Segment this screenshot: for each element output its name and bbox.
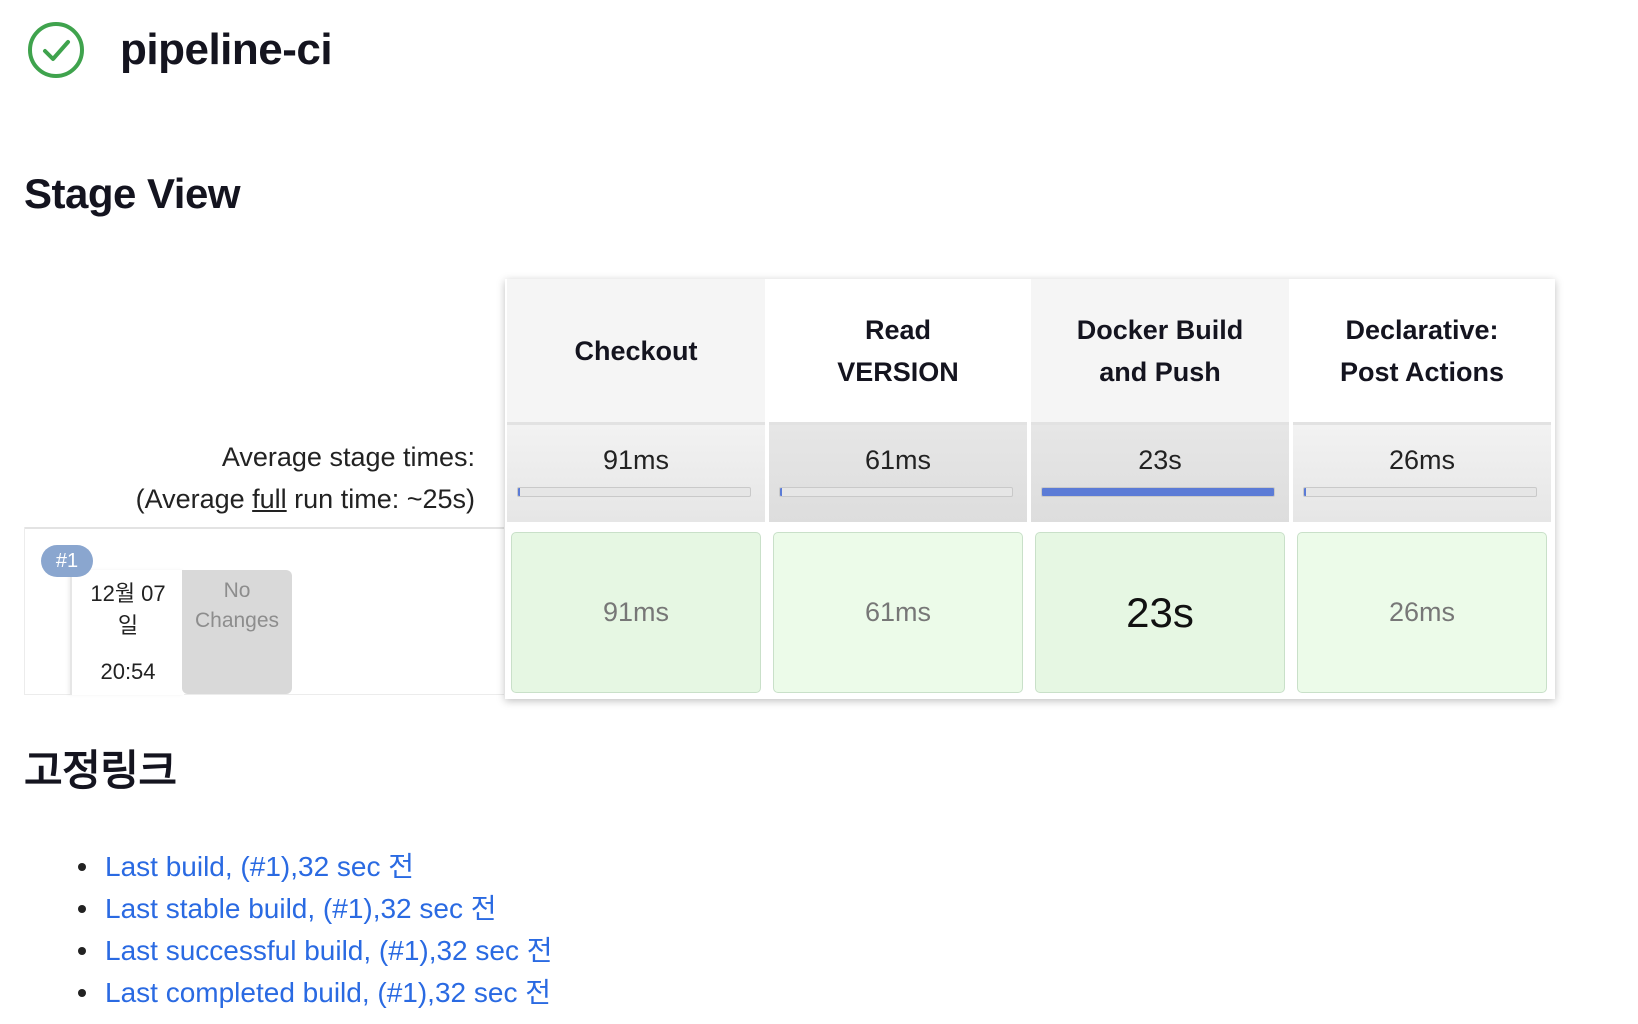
average-stage-times-text: Average stage times: — [221, 442, 475, 472]
stage-average-bar — [1041, 487, 1275, 497]
stage-average-time: 23s — [1138, 445, 1182, 475]
permalink-last-stable-build[interactable]: Last stable build, (#1),32 sec 전 — [105, 893, 497, 924]
stage-result-cell[interactable]: 91ms — [511, 532, 761, 693]
list-item: Last stable build, (#1),32 sec 전 — [78, 888, 553, 930]
stage-name-line1: Docker Build — [1076, 314, 1244, 345]
no-changes-box[interactable]: No Changes — [182, 570, 292, 694]
check-circle-icon — [28, 22, 84, 78]
stage-name-line1: Checkout — [574, 335, 698, 366]
stage-average-bar — [517, 487, 751, 497]
build-time: 20:54 — [100, 659, 156, 684]
stage-result-cell[interactable]: 61ms — [773, 532, 1023, 693]
stage-table: Checkout 91ms 91ms Read VERSION 61ms 61m… — [505, 279, 1555, 699]
list-item: Last build, (#1),32 sec 전 — [78, 846, 553, 888]
stage-column-post-actions: Declarative: Post Actions 26ms 26ms — [1291, 279, 1553, 699]
build-date: 12월 07 일 — [72, 578, 184, 642]
stage-average-bar-fill — [780, 488, 783, 496]
stage-average: 26ms — [1293, 422, 1551, 522]
stage-column-docker-build: Docker Build and Push 23s 23s — [1029, 279, 1291, 699]
permalinks-heading: 고정링크 — [24, 747, 177, 794]
average-stage-times-label: Average stage times: (Average full run t… — [136, 436, 475, 520]
stage-average-bar-fill — [518, 488, 521, 496]
full-run-link[interactable]: full — [252, 484, 287, 514]
stage-column-read-version: Read VERSION 61ms 61ms — [767, 279, 1029, 699]
stage-name-line2: VERSION — [837, 356, 959, 387]
stage-average-time: 26ms — [1388, 445, 1456, 475]
stage-average-bar-fill — [1304, 488, 1307, 496]
stage-name-line1: Declarative: — [1345, 314, 1499, 345]
build-date-line2: 일 — [117, 613, 139, 638]
stage-average: 61ms — [769, 422, 1027, 522]
stage-view-heading: Stage View — [24, 170, 241, 217]
build-row-left-border — [24, 527, 25, 695]
permalinks-list: Last build, (#1),32 sec 전 Last stable bu… — [78, 846, 553, 1014]
list-item: Last successful build, (#1),32 sec 전 — [78, 930, 553, 972]
no-changes-line2: Changes — [194, 609, 280, 632]
stage-header[interactable]: Docker Build and Push — [1031, 279, 1289, 422]
stage-header[interactable]: Checkout — [507, 279, 765, 422]
stage-name-line2: Post Actions — [1339, 356, 1505, 387]
stage-name-line2: and Push — [1099, 356, 1221, 387]
stage-average-bar — [779, 487, 1013, 497]
stage-header[interactable]: Declarative: Post Actions — [1293, 279, 1551, 422]
list-item: Last completed build, (#1),32 sec 전 — [78, 972, 553, 1014]
stage-average-time: 61ms — [864, 445, 932, 475]
permalink-last-successful-build[interactable]: Last successful build, (#1),32 sec 전 — [105, 935, 553, 966]
stage-average-bar — [1303, 487, 1537, 497]
stage-average: 23s — [1031, 422, 1289, 522]
stage-result-cell[interactable]: 26ms — [1297, 532, 1547, 693]
stage-result-cell[interactable]: 23s — [1035, 532, 1285, 693]
permalink-last-build[interactable]: Last build, (#1),32 sec 전 — [105, 851, 414, 882]
job-header: pipeline-ci — [26, 20, 333, 80]
build-date-box[interactable]: 12월 07 일 20:54 — [70, 570, 184, 695]
stage-average-bar-fill — [1042, 488, 1274, 496]
stage-average: 91ms — [507, 422, 765, 522]
build-date-line1: 12월 07 — [90, 581, 166, 606]
stage-header[interactable]: Read VERSION — [769, 279, 1027, 422]
average-full-prefix: (Average — [135, 484, 253, 514]
average-full-run-time: (Average full run time: ~25s) — [136, 478, 475, 520]
build-number-badge[interactable]: #1 — [41, 545, 93, 577]
no-changes-line1: No — [223, 579, 251, 602]
build-row-divider — [24, 527, 504, 529]
stage-average-time: 91ms — [602, 445, 670, 475]
stage-column-checkout: Checkout 91ms 91ms — [505, 279, 767, 699]
stage-name-line1: Read — [864, 314, 932, 345]
permalink-last-completed-build[interactable]: Last completed build, (#1),32 sec 전 — [105, 977, 551, 1008]
page-title: pipeline-ci — [120, 25, 333, 74]
average-full-suffix: run time: ~25s) — [286, 484, 475, 514]
